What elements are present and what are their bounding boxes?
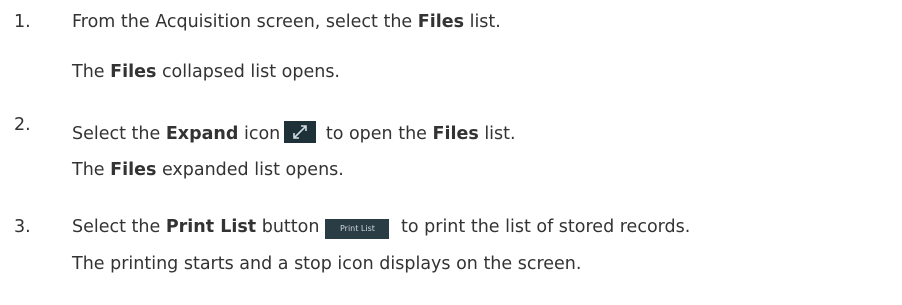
step-instruction: Select the Print List button Print List t… xyxy=(72,217,691,239)
print-list-emphasis: Print List xyxy=(165,217,257,237)
expand-emphasis: Expand xyxy=(165,124,239,144)
files-emphasis: Files xyxy=(417,12,465,32)
step-number: 3. xyxy=(14,217,31,237)
files-emphasis: Files xyxy=(110,160,157,180)
step-instruction: Select the Expand icon to open the Files… xyxy=(72,121,516,146)
step-number: 2. xyxy=(14,115,31,135)
files-emphasis: Files xyxy=(110,62,157,82)
expand-icon xyxy=(284,121,317,143)
step-result: The Files expanded list opens. xyxy=(72,160,344,180)
step-instruction: From the Acquisition screen, select the … xyxy=(72,12,501,32)
step-result: The Files collapsed list opens. xyxy=(72,62,340,82)
files-emphasis: Files xyxy=(432,124,479,144)
print-list-button-image: Print List xyxy=(325,219,390,239)
step-result: The printing starts and a stop icon disp… xyxy=(72,254,582,274)
step-number: 1. xyxy=(14,12,31,32)
